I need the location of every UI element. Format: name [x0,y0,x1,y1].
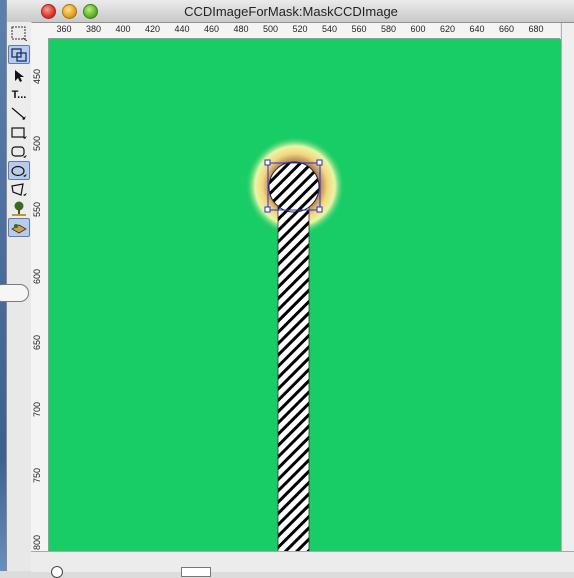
ruler-x-label: 500 [262,24,279,34]
ruler-x-label: 460 [203,24,220,34]
beam-stop-mask [277,188,310,551]
ruler-x-label: 600 [410,24,426,34]
ruler-y-label: 800 [32,534,42,550]
pan-icon [11,47,27,62]
tool-arrow[interactable] [8,66,30,85]
vertical-ruler: 450 500 550 600 650 700 750 800 [31,38,49,551]
tool-layer[interactable] [8,218,30,237]
tool-pan[interactable] [8,45,30,64]
tool-rectangle[interactable] [8,123,30,142]
ruler-y-label: 650 [32,334,42,350]
ruler-x-label: 660 [498,24,515,34]
ruler-x-label: 680 [528,24,544,34]
ruler-x-label: 400 [115,24,131,34]
ruler-x-label: 540 [321,24,338,34]
ruler-x-label: 380 [85,24,102,34]
horizontal-ruler: 360 380 400 420 440 460 480 500 520 540 560 580 600 6… [48,23,560,39]
ruler-corner [31,23,48,38]
ruler-x-label: 520 [292,24,308,34]
ruler-y-label: 700 [32,401,42,417]
ruler-y-label: 600 [32,268,42,284]
tool-draw-env[interactable] [8,199,30,218]
status-bar [31,551,574,578]
ruler-x-label: 440 [174,24,190,34]
image-canvas[interactable] [49,39,561,551]
rectangle-tool-icon [10,126,27,139]
draw-env-icon [12,201,26,216]
beam-center-mask [268,161,320,213]
selection-handle[interactable] [316,206,323,213]
layer-tool-icon [11,223,27,233]
line-tool-icon [11,107,26,120]
text-tool-icon: T... [11,88,27,101]
vertical-scrollbar[interactable] [561,23,574,571]
status-field[interactable] [181,567,211,577]
ruler-y-label: 550 [32,201,42,217]
selection-handle[interactable] [316,159,323,166]
image-window: CCDImageForMask:MaskCCDImage T... 360 38… [0,0,574,578]
scroll-thumb[interactable] [0,284,29,302]
ruler-x-label: 360 [56,24,72,34]
ruler-x-label: 480 [233,24,249,34]
tool-marquee[interactable] [8,24,30,43]
ruler-y-label: 500 [32,135,42,151]
ruler-x-label: 620 [439,24,456,34]
selection-handle[interactable] [264,206,271,213]
tool-polygon[interactable] [8,180,30,199]
ruler-x-label: 580 [380,24,397,34]
ruler-y-label: 450 [32,68,42,84]
tool-line[interactable] [8,104,30,123]
window-title: CCDImageForMask:MaskCCDImage [184,4,398,19]
tool-text[interactable]: T... [8,85,30,104]
marquee-icon [11,26,27,41]
ruler-x-label: 560 [351,24,367,34]
status-indicator-icon [51,566,63,578]
selection-handle[interactable] [264,159,271,166]
ruler-y-label: 750 [32,467,42,483]
ruler-x-label: 640 [469,24,485,34]
arrow-pointer-icon [15,69,24,82]
polygon-tool-icon [10,182,27,196]
oval-tool-icon [10,165,27,177]
tool-oval[interactable] [8,161,30,180]
rounded-rectangle-tool-icon [10,145,27,158]
title-bar[interactable]: CCDImageForMask:MaskCCDImage [7,0,574,23]
ruler-x-label: 420 [144,24,161,34]
drawing-tool-palette: T... [7,22,32,237]
tool-rounded-rectangle[interactable] [8,142,30,161]
